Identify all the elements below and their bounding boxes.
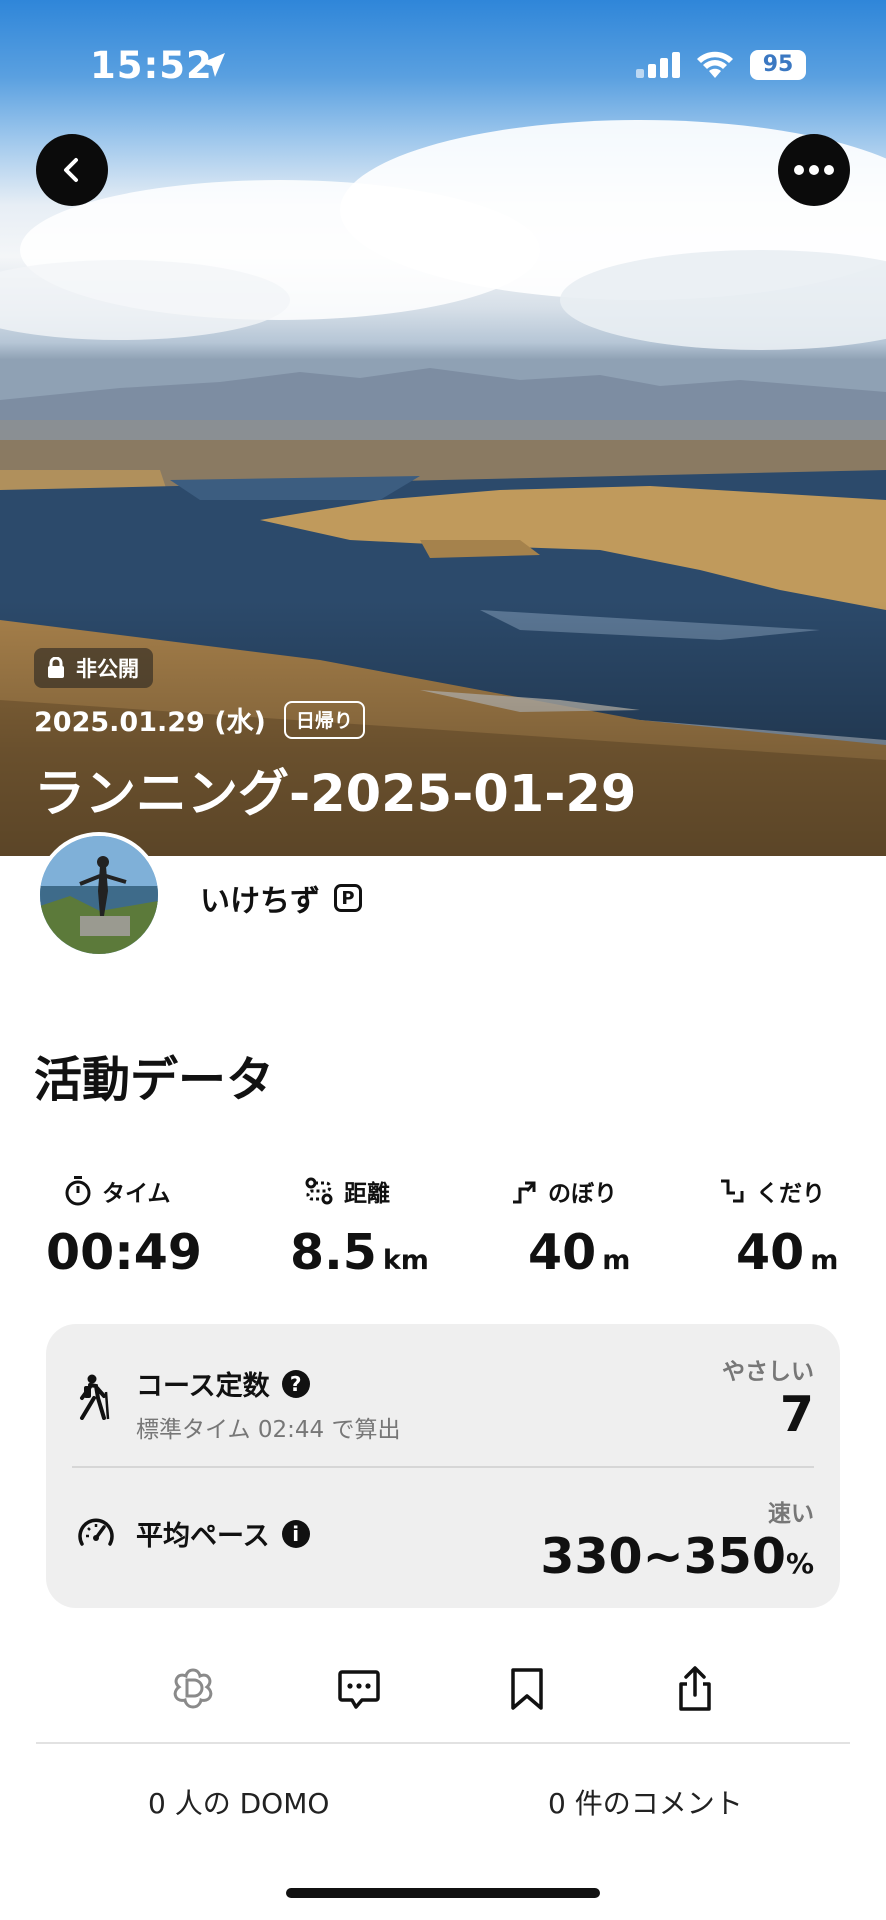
user-row[interactable]: いけちず P <box>200 876 362 920</box>
route-icon <box>305 1177 333 1205</box>
stat-descent-value: 40 <box>736 1224 805 1281</box>
average-pace-row[interactable]: 平均ペース i 速い 330~350% <box>46 1468 840 1608</box>
action-bar <box>0 1634 886 1744</box>
activity-title: ランニング-2025-01-29 <box>34 765 637 824</box>
difficulty-label: やさしい <box>722 1359 814 1385</box>
stat-distance: 距離 8.5 km <box>290 1174 429 1281</box>
speed-label: 速い <box>768 1501 814 1527</box>
lock-icon <box>48 657 64 678</box>
stat-ascent: のぼり 40 m <box>510 1174 630 1281</box>
stat-descent: くだり 40 m <box>718 1174 838 1281</box>
section-title-activity-data: 活動データ <box>34 1052 275 1108</box>
hero-image: 15:52 95 非公開 2025.01.29 (水) 日帰り ランニング-20… <box>0 0 886 856</box>
descent-icon <box>721 1179 744 1203</box>
more-dots-icon <box>794 165 804 175</box>
private-badge: 非公開 <box>34 648 153 688</box>
domo-count-link[interactable]: 0 人の DOMO <box>148 1782 329 1822</box>
comment-button[interactable] <box>332 1662 386 1716</box>
share-icon <box>679 1666 711 1711</box>
stat-time-label: タイム <box>102 1181 171 1207</box>
avatar[interactable] <box>36 832 162 958</box>
average-pace-value: 330~350 <box>540 1528 786 1585</box>
bookmark-button[interactable] <box>500 1662 554 1716</box>
stat-ascent-label: のぼり <box>548 1181 617 1207</box>
stat-descent-unit: m <box>810 1245 839 1276</box>
help-icon[interactable]: ? <box>281 1369 310 1398</box>
stat-distance-value: 8.5 <box>290 1224 377 1281</box>
stat-ascent-unit: m <box>602 1245 631 1276</box>
bookmark-icon <box>511 1668 543 1710</box>
stat-descent-label: くだり <box>756 1181 825 1207</box>
location-arrow-icon <box>201 53 225 77</box>
back-button[interactable] <box>36 134 108 206</box>
day-trip-badge: 日帰り <box>283 700 365 739</box>
avatar-image <box>40 836 158 954</box>
wifi-icon <box>697 51 733 78</box>
share-button[interactable] <box>668 1662 722 1716</box>
stat-distance-unit: km <box>382 1245 429 1276</box>
date-row: 2025.01.29 (水) 日帰り <box>34 700 365 739</box>
ascent-icon <box>513 1181 536 1204</box>
hiker-icon <box>80 1374 110 1420</box>
battery-indicator: 95 <box>750 50 806 80</box>
comment-count-link[interactable]: 0 件のコメント <box>548 1782 743 1822</box>
activity-date: 2025.01.29 (水) <box>34 707 266 738</box>
speedometer-icon <box>78 1518 114 1546</box>
status-time: 15:52 <box>90 44 213 87</box>
chat-bubble-icon <box>338 1670 380 1709</box>
average-pace-unit: % <box>785 1547 814 1580</box>
domo-flower-icon <box>173 1668 213 1709</box>
activity-metrics-card: コース定数 ? 標準タイム 02:44 で算出 やさしい 7 平均ペース i 速… <box>46 1324 840 1608</box>
course-constant-label: コース定数 <box>136 1371 270 1402</box>
stat-distance-label: 距離 <box>344 1181 390 1207</box>
status-bar: 15:52 95 <box>0 0 886 130</box>
home-indicator <box>286 1888 600 1898</box>
average-pace-label: 平均ペース <box>136 1521 270 1552</box>
course-constant-value: 7 <box>779 1386 814 1443</box>
course-constant-subtext: 標準タイム 02:44 で算出 <box>136 1417 401 1443</box>
username: いけちず <box>200 884 320 919</box>
footer-divider <box>36 1742 850 1744</box>
stat-ascent-value: 40 <box>528 1224 597 1281</box>
info-icon[interactable]: i <box>281 1519 310 1548</box>
course-constant-row[interactable]: コース定数 ? 標準タイム 02:44 で算出 やさしい 7 <box>46 1324 840 1464</box>
premium-badge-icon: P <box>334 884 362 912</box>
domo-button[interactable] <box>166 1662 220 1716</box>
stat-time-value: 00:49 <box>46 1224 202 1281</box>
more-options-button[interactable] <box>778 134 850 206</box>
private-label: 非公開 <box>76 657 139 681</box>
signal-icon <box>636 52 680 78</box>
stopwatch-icon <box>65 1176 91 1206</box>
chevron-left-icon <box>64 158 78 182</box>
stat-time: タイム 00:49 <box>46 1174 202 1281</box>
